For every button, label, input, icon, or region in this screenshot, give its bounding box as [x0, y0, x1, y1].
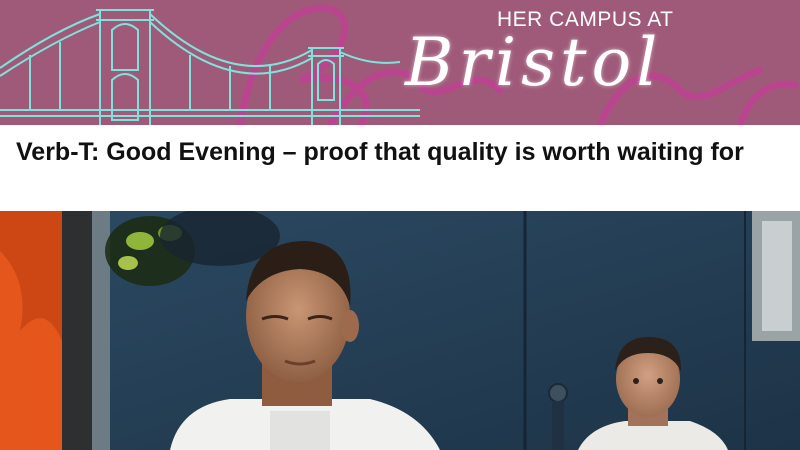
article-title: Verb-T: Good Evening – proof that qualit… [16, 138, 744, 166]
bridge-illustration [0, 9, 420, 125]
article-hero-image [0, 211, 800, 450]
banner-city-title: Bristol [405, 24, 663, 101]
site-banner[interactable]: HER CAMPUS AT Bristol [0, 0, 800, 125]
hero-photo [0, 211, 800, 450]
door-handle [548, 383, 568, 403]
pole [62, 211, 92, 450]
banner-art [0, 4, 799, 125]
